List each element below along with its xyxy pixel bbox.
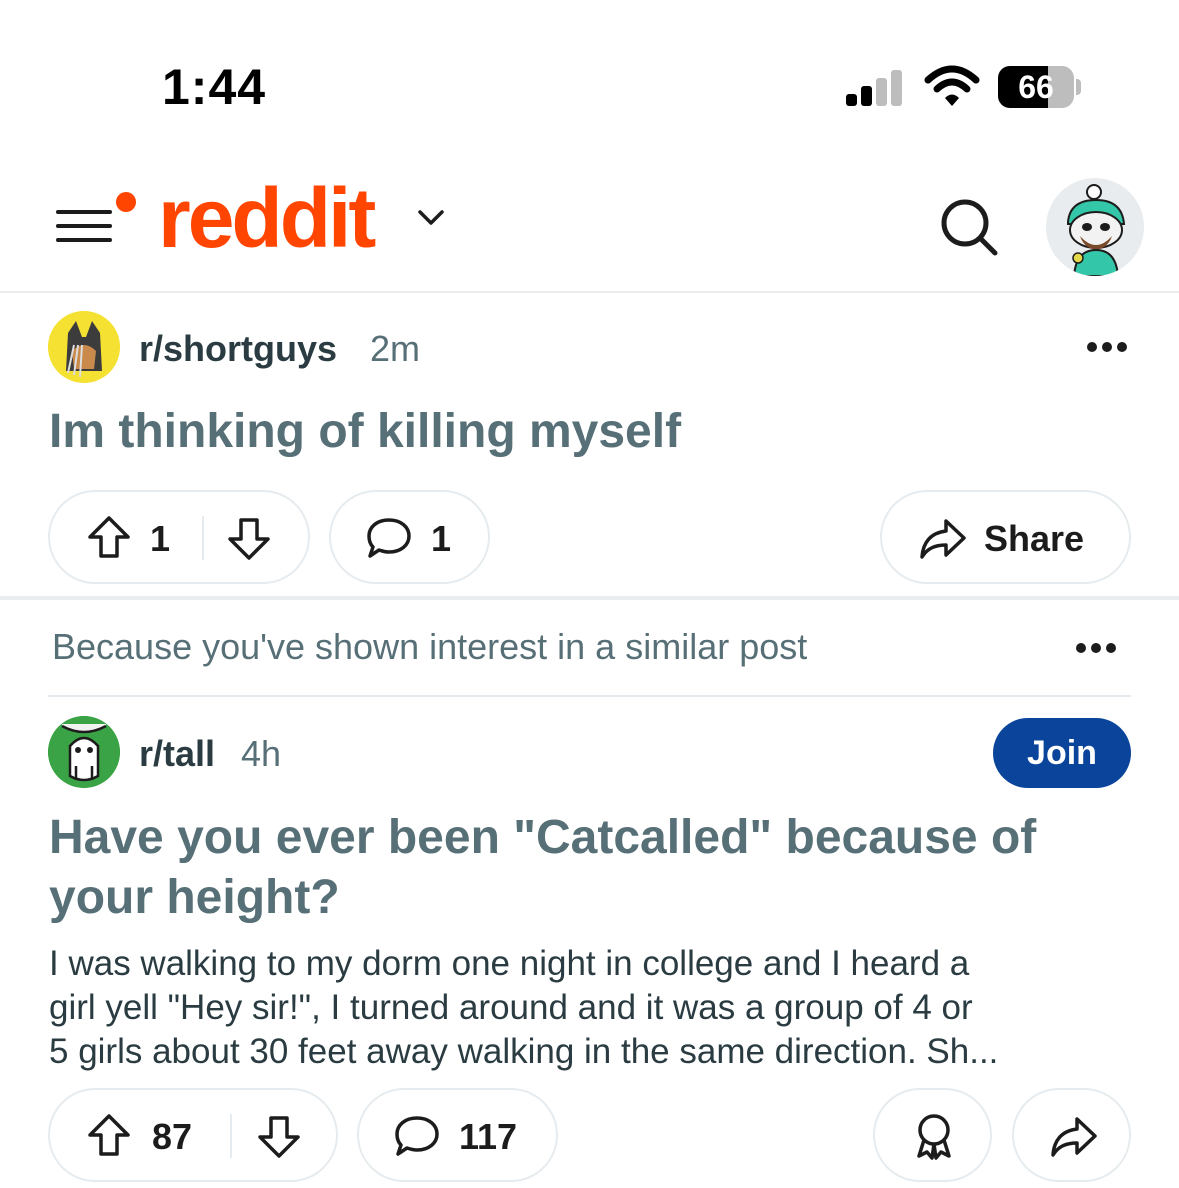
upvote-icon [88, 516, 130, 558]
post-age: 4h [241, 733, 282, 774]
upvote-icon [88, 1114, 130, 1156]
post-title-line: your height? [49, 871, 340, 924]
award-icon [917, 1114, 951, 1160]
upvote-button[interactable]: 87 [50, 1090, 228, 1180]
downvote-button[interactable] [234, 1090, 334, 1180]
share-icon [1051, 1117, 1097, 1157]
post-body-line: girl yell "Hey sir!", I turned around an… [49, 988, 973, 1027]
share-button[interactable]: Share [880, 490, 1131, 584]
post-title[interactable]: Have you ever been "Catcalled" because o… [49, 808, 1036, 928]
vote-pill: 87 [48, 1088, 338, 1182]
downvote-icon [258, 1116, 300, 1158]
battery-icon: 66 [998, 66, 1082, 108]
snoo-avatar-icon [1067, 184, 1126, 276]
cellular-signal-icon [846, 70, 904, 106]
more-options-icon[interactable] [1076, 643, 1116, 657]
reddit-logo[interactable]: reddit [158, 170, 376, 267]
notification-dot [116, 192, 136, 212]
wolverine-avatar-icon [48, 311, 120, 383]
post-body-preview[interactable]: I was walking to my dorm one night in co… [49, 942, 998, 1074]
subreddit-name[interactable]: r/tall [139, 733, 215, 775]
feed-separator [0, 596, 1179, 600]
subreddit-name[interactable]: r/shortguys [139, 328, 337, 370]
battery-percent: 66 [1018, 69, 1054, 105]
downvote-button[interactable] [206, 492, 306, 582]
app-header: reddit [0, 150, 1179, 293]
post-body-line: 5 girls about 30 feet away walking in th… [49, 1032, 999, 1071]
vote-count: 1 [150, 518, 171, 559]
status-bar: 1:44 66 [0, 0, 1179, 150]
comments-button[interactable]: 117 [357, 1088, 558, 1182]
post-title-line: Have you ever been "Catcalled" because o… [49, 811, 1037, 864]
post-age: 2m [370, 328, 421, 369]
share-button[interactable] [1012, 1088, 1131, 1182]
status-time: 1:44 [162, 59, 267, 115]
comment-count: 117 [459, 1116, 518, 1157]
vote-pill: 1 [48, 490, 310, 584]
share-icon [920, 519, 966, 559]
join-button[interactable]: Join [993, 718, 1131, 788]
menu-icon [56, 210, 112, 214]
downvote-icon [228, 518, 270, 560]
tall-snoo-avatar-icon [48, 716, 120, 788]
post-body-line: I was walking to my dorm one night in co… [49, 944, 970, 983]
post-title[interactable]: Im thinking of killing myself [49, 402, 681, 462]
comment-count: 1 [431, 518, 452, 559]
share-label: Share [984, 518, 1085, 559]
comment-icon [395, 1116, 439, 1156]
subreddit-avatar[interactable] [48, 311, 120, 383]
comment-icon [367, 518, 411, 558]
wifi-icon [924, 65, 980, 106]
comments-button[interactable]: 1 [329, 490, 490, 584]
upvote-button[interactable]: 1 [50, 492, 200, 582]
subreddit-avatar[interactable] [48, 716, 120, 788]
recommendation-reason: Because you've shown interest in a simil… [52, 626, 808, 667]
divider [48, 695, 1131, 697]
menu-button[interactable] [56, 192, 142, 248]
chevron-down-icon[interactable] [416, 206, 446, 230]
user-avatar[interactable] [1046, 178, 1144, 276]
vote-count: 87 [152, 1116, 193, 1157]
award-button[interactable] [873, 1088, 992, 1182]
more-options-icon[interactable] [1087, 342, 1127, 356]
search-icon[interactable] [938, 196, 1000, 258]
